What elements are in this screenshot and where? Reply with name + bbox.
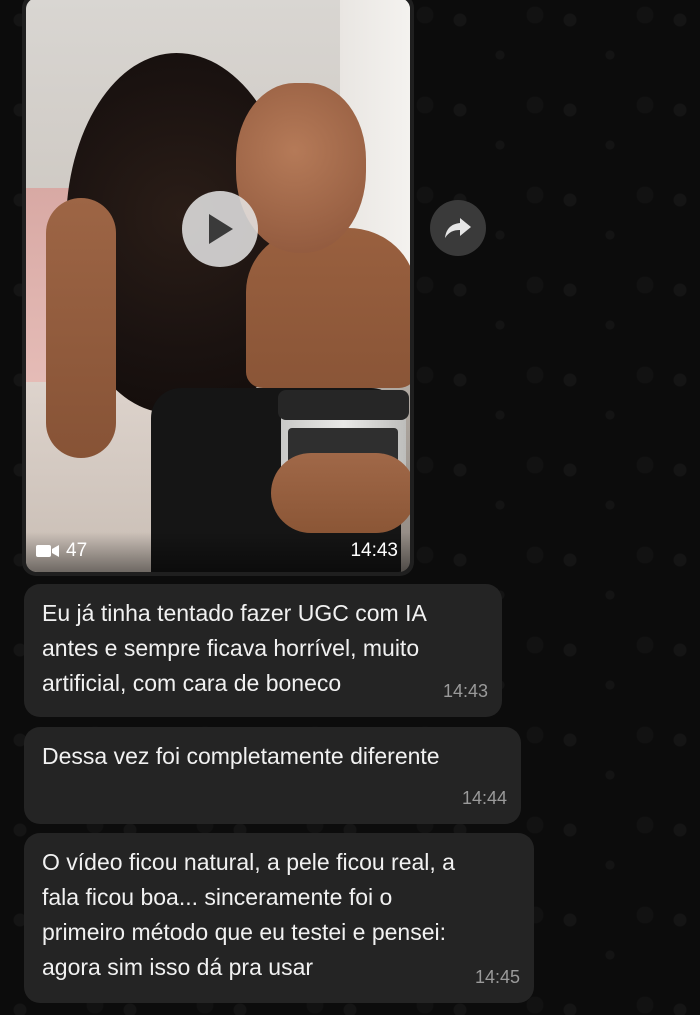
video-thumbnail[interactable]: 47 14:43 (26, 0, 410, 572)
thumbnail-person-arm (46, 198, 116, 458)
thumbnail-product-jar-lid (278, 390, 409, 420)
message-timestamp: 14:44 (461, 788, 507, 808)
play-icon (209, 214, 233, 244)
thumbnail-person-hand (271, 453, 410, 533)
message-text: Eu já tinha tentado fazer UGC com IA ant… (42, 600, 427, 696)
thumbnail-person-neck (246, 228, 410, 388)
message-bubble[interactable]: Dessa vez foi completamente diferente 14… (24, 727, 521, 824)
chat-conversation: 47 14:43 Eu já tinha tentado fazer UGC c… (0, 0, 700, 1015)
forward-icon (445, 218, 471, 238)
video-meta-overlay: 47 14:43 (26, 532, 410, 572)
video-duration: 47 (36, 540, 87, 562)
video-timestamp: 14:43 (350, 540, 398, 561)
video-camera-icon (36, 545, 59, 557)
message-bubble[interactable]: Eu já tinha tentado fazer UGC com IA ant… (24, 584, 502, 717)
message-bubble[interactable]: O vídeo ficou natural, a pele ficou real… (24, 833, 534, 1003)
play-button[interactable] (182, 191, 258, 267)
video-message-bubble[interactable]: 47 14:43 (22, 0, 414, 576)
video-duration-label: 47 (66, 540, 88, 561)
message-text: Dessa vez foi completamente diferente (42, 743, 440, 769)
message-timestamp: 14:43 (442, 681, 488, 701)
forward-button[interactable] (430, 200, 486, 256)
message-timestamp: 14:45 (474, 967, 520, 987)
message-text: O vídeo ficou natural, a pele ficou real… (42, 849, 455, 980)
